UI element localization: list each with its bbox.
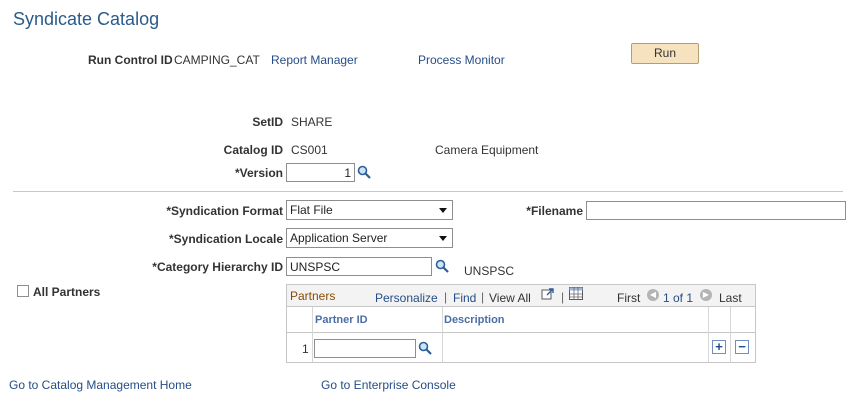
last-label: Last: [719, 291, 742, 305]
process-monitor-link[interactable]: Process Monitor: [418, 53, 505, 67]
all-partners-checkbox[interactable]: [17, 285, 29, 297]
new-window-icon[interactable]: [541, 287, 555, 301]
separator: |: [444, 290, 448, 304]
category-hierarchy-description: UNSPSC: [464, 264, 515, 278]
next-icon[interactable]: ▶: [700, 289, 712, 301]
category-hierarchy-label: *Category Hierarchy ID: [152, 260, 283, 274]
column-header-partner-id[interactable]: Partner ID: [315, 314, 368, 326]
setid-label: SetID: [252, 115, 283, 129]
column-divider: [442, 307, 443, 362]
catalog-description: Camera Equipment: [435, 143, 539, 157]
filename-label: *Filename: [526, 204, 583, 218]
row-range: 1 of 1: [663, 291, 694, 305]
view-all-link[interactable]: View All: [489, 291, 531, 305]
chevron-down-icon: [439, 236, 447, 241]
catalog-management-home-link[interactable]: Go to Catalog Management Home: [9, 378, 192, 392]
syndication-format-label: *Syndication Format: [166, 204, 283, 218]
add-row-icon[interactable]: +: [712, 340, 726, 354]
syndication-locale-label: *Syndication Locale: [168, 232, 283, 246]
category-hierarchy-lookup-icon[interactable]: [435, 259, 449, 273]
category-hierarchy-input[interactable]: [286, 257, 432, 276]
partners-grid-title: Partners: [290, 289, 336, 303]
version-input[interactable]: [286, 163, 355, 182]
filename-input[interactable]: [586, 201, 846, 220]
syndication-locale-select[interactable]: Application Server: [286, 228, 453, 248]
find-link[interactable]: Find: [453, 291, 476, 305]
spreadsheet-icon[interactable]: [569, 287, 583, 300]
personalize-link[interactable]: Personalize: [375, 291, 438, 305]
column-header-description[interactable]: Description: [444, 314, 505, 326]
partner-id-lookup-icon[interactable]: [418, 341, 432, 355]
run-button[interactable]: Run: [631, 43, 699, 64]
partner-id-input[interactable]: [314, 339, 416, 358]
row-number: 1: [302, 342, 309, 356]
column-divider: [708, 307, 709, 362]
chevron-down-icon: [439, 208, 447, 213]
previous-icon[interactable]: ◀: [647, 289, 659, 301]
page-title: Syndicate Catalog: [13, 9, 160, 29]
separator: |: [481, 290, 485, 304]
run-control-value: CAMPING_CAT: [174, 53, 260, 67]
version-label: *Version: [234, 166, 283, 180]
catalog-id-label: Catalog ID: [223, 143, 283, 157]
syndication-format-value: Flat File: [290, 203, 333, 217]
setid-value: SHARE: [291, 115, 333, 129]
column-divider: [730, 307, 731, 362]
first-label: First: [617, 291, 641, 305]
run-control-label: Run Control ID: [88, 53, 173, 67]
version-lookup-icon[interactable]: [357, 165, 371, 179]
separator: |: [561, 290, 565, 304]
enterprise-console-link[interactable]: Go to Enterprise Console: [321, 378, 456, 392]
catalog-id-value: CS001: [291, 143, 328, 157]
delete-row-icon[interactable]: −: [735, 340, 749, 354]
all-partners-label: All Partners: [33, 285, 101, 299]
report-manager-link[interactable]: Report Manager: [271, 53, 358, 67]
column-divider: [312, 307, 313, 362]
syndication-locale-value: Application Server: [290, 231, 388, 245]
syndication-format-select[interactable]: Flat File: [286, 200, 453, 220]
section-divider: [13, 191, 843, 192]
